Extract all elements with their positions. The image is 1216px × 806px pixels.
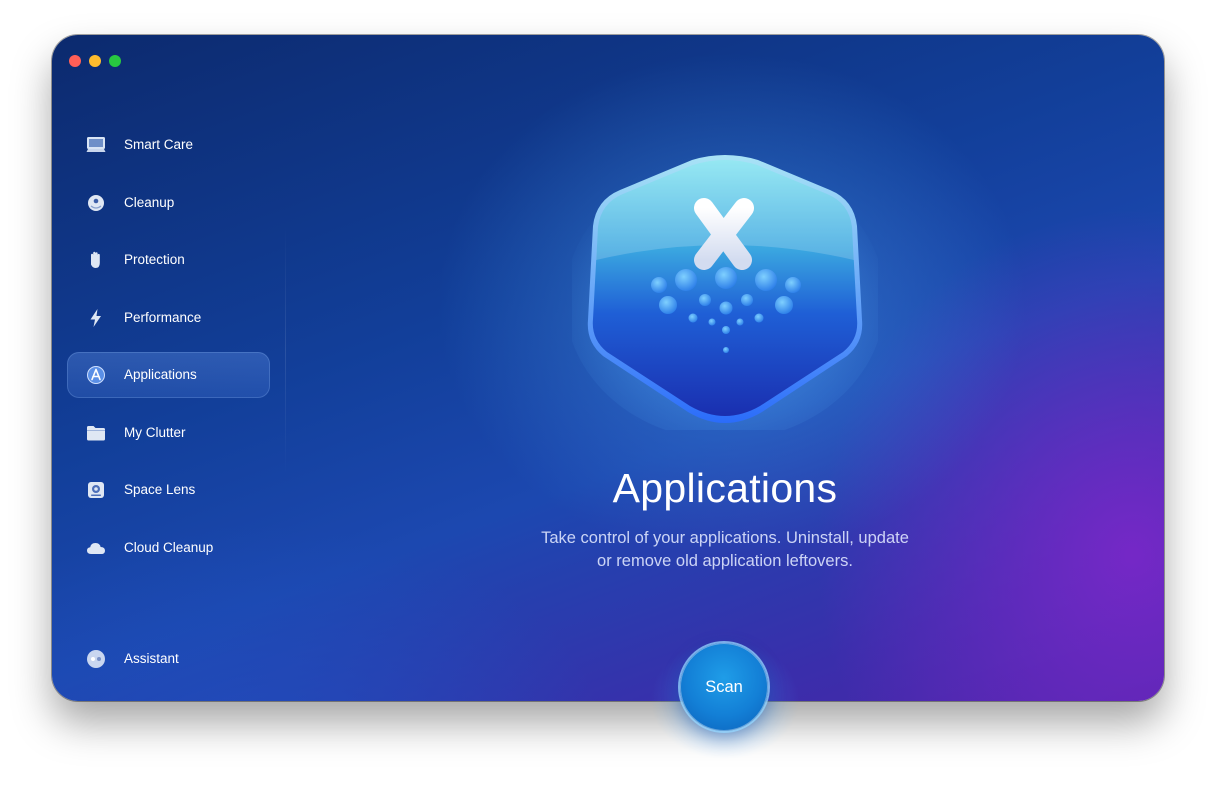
applications-icon (87, 366, 105, 384)
sidebar-item-label: Cloud Cleanup (124, 540, 214, 555)
scan-button[interactable]: Scan (680, 643, 768, 731)
sidebar: Smart Care Cleanup Protection Performanc… (52, 35, 286, 701)
sidebar-item-label: My Clutter (124, 425, 186, 440)
sidebar-item-performance[interactable]: Performance (67, 295, 270, 341)
sidebar-item-label: Space Lens (124, 482, 196, 497)
cleanup-icon (88, 195, 104, 211)
sidebar-item-cloud-cleanup[interactable]: Cloud Cleanup (67, 525, 270, 571)
sidebar-item-label: Cleanup (124, 195, 175, 210)
sidebar-item-label: Smart Care (124, 137, 194, 152)
sidebar-divider (285, 225, 286, 475)
sidebar-item-label: Assistant (124, 651, 179, 666)
space-lens-icon (88, 482, 104, 498)
assistant-icon (87, 650, 105, 668)
description-line: Take control of your applications. Unins… (541, 529, 909, 547)
sidebar-item-smart-care[interactable]: Smart Care (67, 122, 270, 168)
sidebar-item-protection[interactable]: Protection (67, 237, 270, 283)
lightning-icon (90, 309, 101, 327)
app-window: Smart Care Cleanup Protection Performanc… (52, 35, 1164, 701)
smart-care-icon (86, 137, 106, 152)
sidebar-item-applications[interactable]: Applications (67, 352, 270, 398)
sidebar-item-assistant[interactable]: Assistant (67, 636, 270, 682)
sidebar-item-cleanup[interactable]: Cleanup (67, 180, 270, 226)
sidebar-item-my-clutter[interactable]: My Clutter (67, 410, 270, 456)
sidebar-item-label: Protection (124, 252, 185, 267)
sidebar-item-space-lens[interactable]: Space Lens (67, 467, 270, 513)
description-line: or remove old application leftovers. (597, 552, 853, 570)
cloud-icon (87, 543, 105, 554)
page-title: Applications (612, 465, 838, 511)
sidebar-item-label: Performance (124, 310, 202, 325)
sidebar-item-label: Applications (124, 367, 197, 382)
applications-hero-icon (572, 155, 878, 430)
folder-icon (87, 426, 105, 441)
page-description: Take control of your applications. Unins… (492, 527, 958, 573)
hand-icon (91, 251, 100, 268)
